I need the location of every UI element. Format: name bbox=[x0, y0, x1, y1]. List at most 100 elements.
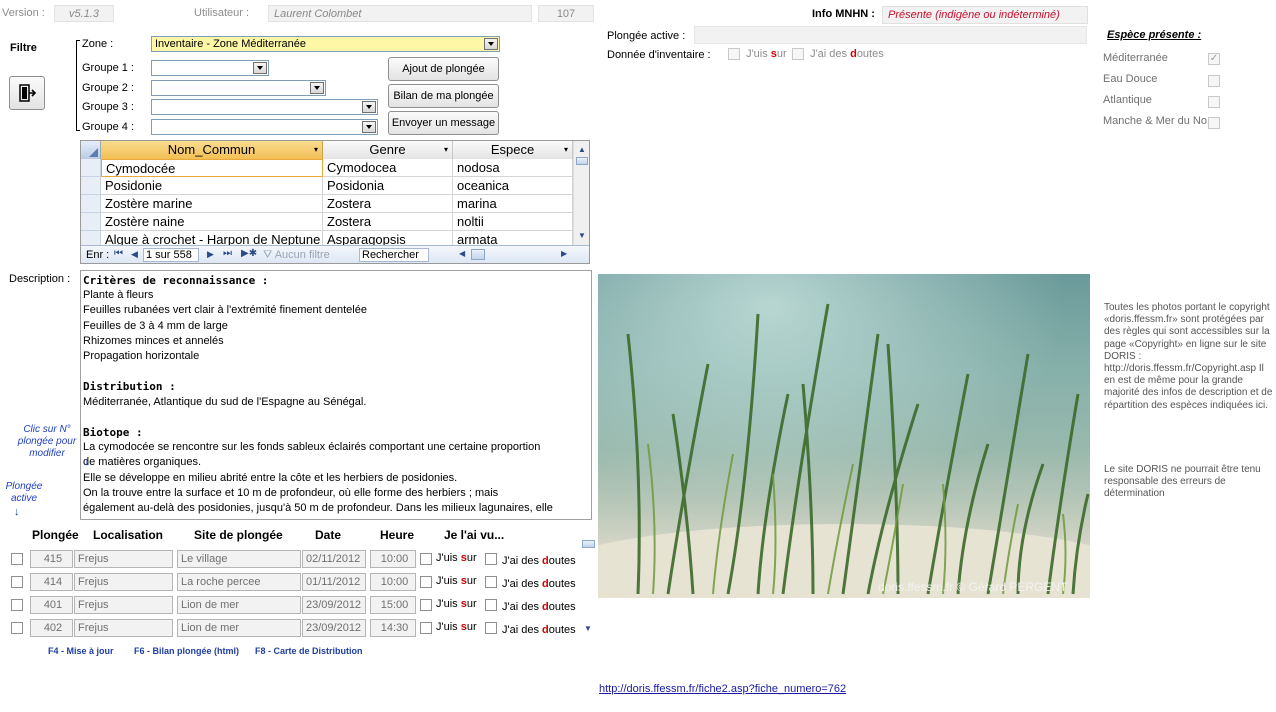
dives-scrollbar[interactable]: ▼ bbox=[582, 540, 596, 636]
dive-active-checkbox[interactable] bbox=[11, 553, 23, 565]
dive-sure-checkbox[interactable] bbox=[420, 622, 432, 634]
last-record-icon[interactable]: ⏭ bbox=[223, 248, 232, 259]
table-row[interactable]: Posidonie Posidonia oceanica bbox=[81, 177, 573, 195]
table-cell[interactable]: Posidonia bbox=[323, 177, 453, 195]
inventory-sure-checkbox[interactable] bbox=[728, 48, 740, 61]
dive-number-field[interactable]: 414 bbox=[30, 573, 73, 591]
dive-number-field[interactable]: 402 bbox=[30, 619, 73, 637]
table-cell[interactable]: Zostera bbox=[323, 213, 453, 231]
scroll-up-icon[interactable]: ▲ bbox=[578, 145, 586, 154]
exit-button[interactable] bbox=[9, 76, 45, 110]
chevron-down-icon[interactable] bbox=[484, 38, 498, 50]
dive-number-field[interactable]: 415 bbox=[30, 550, 73, 568]
dive-date-field[interactable]: 23/09/2012 bbox=[302, 596, 366, 614]
grid-header-genre[interactable]: Genre ▾ bbox=[323, 141, 453, 159]
add-dive-button[interactable]: Ajout de plongée bbox=[388, 57, 499, 81]
table-cell[interactable]: oceanica bbox=[453, 177, 573, 195]
table-cell[interactable]: Zostera bbox=[323, 195, 453, 213]
dive-number-field[interactable]: 401 bbox=[30, 596, 73, 614]
dive-row[interactable]: 402 Frejus Lion de mer 23/09/2012 14:30 J'uis… bbox=[0, 619, 600, 639]
dive-active-checkbox[interactable] bbox=[11, 576, 23, 588]
h-scroll-thumb[interactable] bbox=[471, 249, 485, 260]
table-row[interactable]: Zostère marine Zostera marina bbox=[81, 195, 573, 213]
dive-time-field[interactable]: 10:00 bbox=[370, 550, 416, 568]
dive-date-field[interactable]: 01/11/2012 bbox=[302, 573, 366, 591]
first-record-icon[interactable]: ⏮ bbox=[114, 248, 123, 259]
grid-header-espece[interactable]: Espece ▾ bbox=[453, 141, 573, 159]
group1-combo[interactable] bbox=[151, 60, 269, 76]
dive-doubt-checkbox[interactable] bbox=[485, 622, 497, 634]
dive-time-field[interactable]: 14:30 bbox=[370, 619, 416, 637]
inventory-doubt-option[interactable]: J'ai des doutes bbox=[792, 48, 884, 61]
no-filter-button[interactable]: ⛛ Aucun filtre bbox=[263, 249, 330, 262]
inventory-sure-option[interactable]: J'uis sur bbox=[728, 48, 787, 61]
row-selector[interactable] bbox=[81, 177, 101, 195]
description-textbox[interactable]: Critères de reconnaissance : Plante à fle… bbox=[80, 270, 592, 520]
record-position-field[interactable]: 1 sur 558 bbox=[143, 248, 199, 262]
dive-site-field[interactable]: Lion de mer bbox=[177, 596, 301, 614]
row-selector[interactable] bbox=[81, 159, 101, 177]
table-cell[interactable]: nodosa bbox=[453, 159, 573, 177]
table-cell[interactable]: Zostère marine bbox=[101, 195, 323, 213]
table-cell[interactable]: noltii bbox=[453, 213, 573, 231]
zone-combo[interactable]: Inventaire - Zone Méditerranée bbox=[151, 36, 500, 52]
table-row[interactable]: Zostère naine Zostera noltii bbox=[81, 213, 573, 231]
dive-location-field[interactable]: Frejus bbox=[74, 550, 173, 568]
dive-row[interactable]: 414 Frejus La roche percee 01/11/2012 10:00 J… bbox=[0, 573, 600, 593]
send-message-button[interactable]: Envoyer un message bbox=[388, 111, 499, 135]
species-atlantique-checkbox[interactable] bbox=[1208, 96, 1220, 108]
dive-doubt-checkbox[interactable] bbox=[485, 599, 497, 611]
chevron-down-icon[interactable] bbox=[310, 82, 324, 94]
dive-row[interactable]: 415 Frejus Le village 02/11/2012 10:00 J'uis … bbox=[0, 550, 600, 570]
dive-site-field[interactable]: Le village bbox=[177, 550, 301, 568]
dive-site-field[interactable]: La roche percee bbox=[177, 573, 301, 591]
new-record-icon[interactable]: ▶✱ bbox=[241, 248, 257, 259]
chevron-down-icon[interactable] bbox=[253, 62, 267, 74]
grid-select-all[interactable] bbox=[81, 141, 101, 159]
dive-location-field[interactable]: Frejus bbox=[74, 619, 173, 637]
dive-time-field[interactable]: 15:00 bbox=[370, 596, 416, 614]
scroll-down-icon[interactable]: ▼ bbox=[584, 624, 592, 633]
chevron-down-icon[interactable] bbox=[362, 121, 376, 133]
scroll-thumb[interactable] bbox=[576, 157, 588, 165]
row-selector[interactable] bbox=[81, 213, 101, 231]
dive-location-field[interactable]: Frejus bbox=[74, 573, 173, 591]
species-manche-checkbox[interactable] bbox=[1208, 117, 1220, 129]
dives-scroll-thumb[interactable] bbox=[582, 540, 595, 548]
scroll-down-icon[interactable]: ▼ bbox=[578, 231, 586, 240]
dive-doubt-checkbox[interactable] bbox=[485, 576, 497, 588]
dive-doubt-checkbox[interactable] bbox=[485, 553, 497, 565]
table-cell[interactable]: marina bbox=[453, 195, 573, 213]
table-cell[interactable]: Zostère naine bbox=[101, 213, 323, 231]
prev-record-icon[interactable]: ◀ bbox=[131, 249, 138, 260]
dive-sure-checkbox[interactable] bbox=[420, 576, 432, 588]
species-eau-douce-checkbox[interactable] bbox=[1208, 75, 1220, 87]
dive-site-field[interactable]: Lion de mer bbox=[177, 619, 301, 637]
dive-report-button[interactable]: Bilan de ma plongée bbox=[388, 84, 499, 108]
row-selector[interactable] bbox=[81, 195, 101, 213]
grid-header-nom-commun[interactable]: Nom_Commun ▾ bbox=[101, 141, 323, 159]
species-grid[interactable]: Nom_Commun ▾ Genre ▾ Espece ▾ Cymodocée C… bbox=[80, 140, 590, 264]
dive-sure-checkbox[interactable] bbox=[420, 553, 432, 565]
grid-vertical-scrollbar[interactable]: ▲ ▼ bbox=[573, 141, 589, 245]
chevron-down-icon[interactable] bbox=[362, 101, 376, 113]
doris-link[interactable]: http://doris.ffessm.fr/fiche2.asp?fiche_… bbox=[599, 683, 846, 695]
table-cell[interactable]: Cymodocea bbox=[323, 159, 453, 177]
scroll-left-icon[interactable]: ◀ bbox=[459, 249, 465, 258]
dive-active-checkbox[interactable] bbox=[11, 622, 23, 634]
dive-date-field[interactable]: 23/09/2012 bbox=[302, 619, 366, 637]
dive-time-field[interactable]: 10:00 bbox=[370, 573, 416, 591]
group4-combo[interactable] bbox=[151, 119, 378, 135]
group2-combo[interactable] bbox=[151, 80, 326, 96]
inventory-doubt-checkbox[interactable] bbox=[792, 48, 804, 61]
table-row[interactable]: Cymodocée Cymodocea nodosa bbox=[81, 159, 573, 177]
dive-sure-checkbox[interactable] bbox=[420, 599, 432, 611]
dive-location-field[interactable]: Frejus bbox=[74, 596, 173, 614]
table-cell[interactable]: Cymodocée bbox=[101, 159, 323, 177]
table-cell[interactable]: Posidonie bbox=[101, 177, 323, 195]
dive-active-checkbox[interactable] bbox=[11, 599, 23, 611]
species-mediterranee-checkbox[interactable]: ✓ bbox=[1208, 53, 1220, 65]
dive-date-field[interactable]: 02/11/2012 bbox=[302, 550, 366, 568]
group3-combo[interactable] bbox=[151, 99, 378, 115]
dive-row[interactable]: 401 Frejus Lion de mer 23/09/2012 15:00 J'uis… bbox=[0, 596, 600, 616]
